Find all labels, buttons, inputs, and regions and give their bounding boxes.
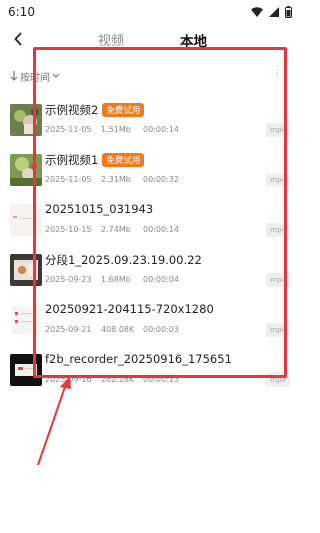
list-item[interactable]: f2b_recorder_20250916_175651 2025-09-16 2…	[0, 346, 300, 396]
video-title-text: 分段1_2025.09.23.19.00.22	[45, 253, 202, 267]
status-icons	[251, 6, 292, 18]
video-duration: 00:00:14	[143, 125, 179, 134]
video-title: 20251015_031943	[45, 202, 153, 216]
video-title: f2b_recorder_20250916_175651	[45, 352, 232, 366]
video-size: 2.31Mb	[101, 175, 131, 184]
video-date: 2025-11-05	[45, 125, 92, 134]
back-button[interactable]	[8, 28, 28, 50]
video-meta: 2025-10-15 2.74Mb 00:00:14	[45, 225, 179, 234]
battery-icon	[285, 6, 292, 18]
video-format-tag: mp4	[266, 373, 290, 387]
video-thumbnail	[10, 354, 42, 386]
video-thumbnail	[10, 154, 42, 186]
video-date: 2025-09-23	[45, 275, 92, 284]
video-title-text: 20250921-204115-720x1280	[45, 302, 214, 316]
sort-control[interactable]: 按时间 ⋮	[10, 68, 290, 84]
free-trial-badge: 免费试用	[102, 103, 145, 117]
video-title: 分段1_2025.09.23.19.00.22	[45, 252, 202, 268]
video-format-tag: mp4	[266, 273, 290, 287]
video-date: 2025-10-15	[45, 225, 92, 234]
free-trial-badge: 免费试用	[102, 153, 145, 167]
tab-local[interactable]: 本地	[180, 30, 207, 50]
video-size: 2.74Mb	[101, 225, 131, 234]
chevron-left-icon	[14, 32, 22, 46]
chevron-down-icon	[52, 73, 60, 78]
video-size: 282.28K	[101, 375, 135, 384]
list-item[interactable]: 分段1_2025.09.23.19.00.22 2025-09-23 1.68Mb…	[0, 246, 300, 296]
video-meta: 2025-09-23 1.68Mb 00:00:04	[45, 275, 179, 284]
video-date: 2025-11-05	[45, 175, 92, 184]
video-duration: 00:00:04	[143, 275, 179, 284]
video-format-tag: mp4	[266, 173, 290, 187]
signal-icon	[269, 7, 279, 17]
video-duration: 00:00:13	[143, 375, 179, 384]
video-date: 2025-09-16	[45, 375, 92, 384]
status-time: 6:10	[8, 5, 35, 19]
wifi-icon	[251, 7, 263, 17]
video-thumbnail	[10, 204, 42, 236]
top-nav: 视频 本地	[0, 26, 300, 54]
video-title: 示例视频2 免费试用	[45, 102, 145, 118]
video-date: 2025-09-21	[45, 325, 92, 334]
video-thumbnail	[10, 104, 42, 136]
more-menu-icon[interactable]: ⋮	[272, 68, 282, 79]
video-duration: 00:00:14	[143, 225, 179, 234]
sort-arrow-icon	[10, 71, 18, 81]
list-item[interactable]: 示例视频2 免费试用 2025-11-05 1.51Mb 00:00:14 mp4	[0, 96, 300, 146]
list-item[interactable]: 示例视频1 免费试用 2025-11-05 2.31Mb 00:00:32 mp4	[0, 146, 300, 196]
video-title-text: 示例视频1	[45, 153, 99, 167]
video-duration: 00:00:03	[143, 325, 179, 334]
sort-label: 按时间	[20, 72, 50, 84]
video-duration: 00:00:32	[143, 175, 179, 184]
video-title-text: 20251015_031943	[45, 202, 154, 216]
video-meta: 2025-11-05 2.31Mb 00:00:32	[45, 175, 179, 184]
list-item[interactable]: 20251015_031943 2025-10-15 2.74Mb 00:00:14…	[0, 196, 300, 246]
video-meta: 2025-09-21 408.08K 00:00:03	[45, 325, 179, 334]
video-size: 1.68Mb	[101, 275, 131, 284]
video-format-tag: mp4	[266, 323, 290, 337]
video-format-tag: mp4	[266, 223, 290, 237]
video-thumbnail	[10, 304, 42, 336]
video-meta: 2025-11-05 1.51Mb 00:00:14	[45, 125, 179, 134]
video-size: 1.51Mb	[101, 125, 131, 134]
video-title-text: f2b_recorder_20250916_175651	[45, 352, 232, 366]
video-title-text: 示例视频2	[45, 103, 99, 117]
status-bar: 6:10	[0, 0, 300, 24]
video-size: 408.08K	[101, 325, 135, 334]
video-title: 示例视频1 免费试用	[45, 152, 145, 168]
video-meta: 2025-09-16 282.28K 00:00:13	[45, 375, 179, 384]
tab-video[interactable]: 视频	[98, 30, 124, 49]
video-title: 20250921-204115-720x1280	[45, 302, 214, 316]
video-thumbnail	[10, 254, 42, 286]
video-format-tag: mp4	[266, 123, 290, 137]
list-item[interactable]: 20250921-204115-720x1280 2025-09-21 408.0…	[0, 296, 300, 346]
